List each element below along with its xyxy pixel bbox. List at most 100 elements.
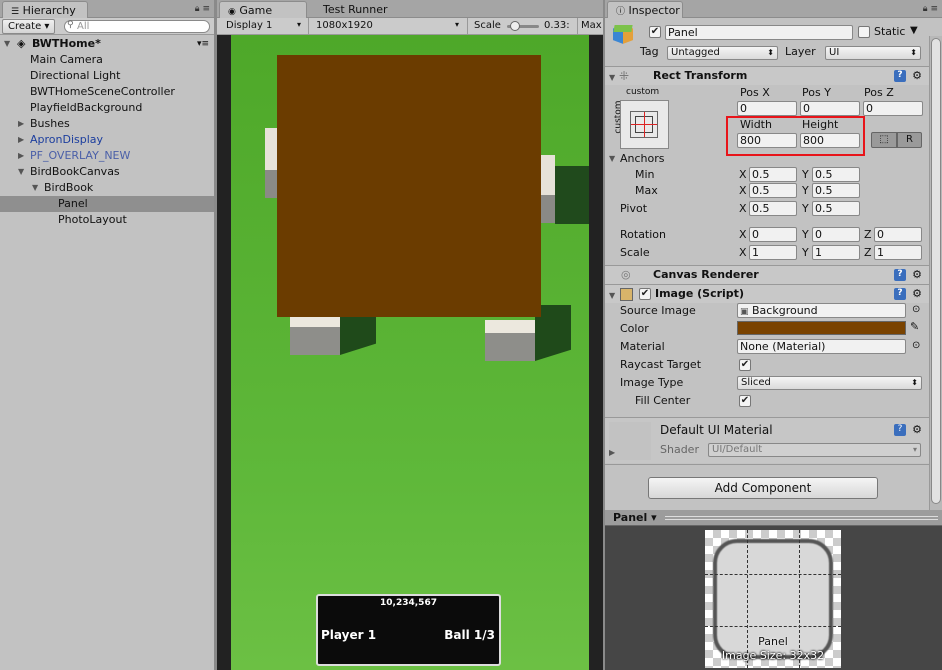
width-field[interactable]: 800 — [737, 133, 797, 148]
scale-y-field[interactable]: 1 — [812, 245, 860, 260]
help-icon[interactable]: ? — [894, 424, 906, 436]
rotation-x-field[interactable]: 0 — [749, 227, 797, 242]
resolution-dropdown[interactable]: 1080x1920 ▾ — [311, 19, 461, 34]
eyedropper-icon[interactable]: ✎ — [910, 320, 919, 333]
scene-menu-icon[interactable]: ▾≡ — [197, 36, 209, 52]
tab-test-runner[interactable]: Test Runner — [315, 1, 396, 18]
image-script-header[interactable]: ▼ ✔ Image (Script) ? ⚙ — [605, 284, 942, 303]
hierarchy-search-input[interactable]: ⚲ All — [64, 20, 210, 33]
tree-item-pf-overlay[interactable]: ▶ PF_OVERLAY_NEW — [0, 148, 214, 164]
object-picker-icon[interactable]: ⊙ — [912, 304, 920, 315]
rotation-z-field[interactable]: 0 — [874, 227, 922, 242]
tab-inspector[interactable]: ⓘ Inspector — [607, 1, 683, 18]
anchor-min-x-field[interactable]: 0.5 — [749, 167, 797, 182]
create-button[interactable]: Create ▾ — [2, 19, 56, 34]
gear-icon[interactable]: ⚙ — [911, 269, 923, 281]
tree-item-main-camera[interactable]: Main Camera — [0, 52, 214, 68]
blueprint-mode-button[interactable]: ⬚ — [871, 132, 897, 148]
scale-z-field[interactable]: 1 — [874, 245, 922, 260]
add-component-button[interactable]: Add Component — [648, 477, 878, 499]
object-name-field[interactable]: Panel — [665, 25, 853, 40]
tag-value: Untagged — [671, 47, 720, 58]
preview-header-label[interactable]: Panel ▾ — [613, 511, 657, 524]
display-dropdown[interactable]: Display 1 ▾ — [221, 19, 303, 34]
foldout-open-icon[interactable]: ▼ — [32, 180, 38, 196]
add-component-label: Add Component — [714, 481, 812, 495]
shader-label: Shader — [660, 443, 699, 456]
gear-icon[interactable]: ⚙ — [911, 70, 923, 82]
foldout-open-icon[interactable]: ▼ — [609, 287, 615, 305]
tree-item-bushes[interactable]: ▶ Bushes — [0, 116, 214, 132]
layer-dropdown[interactable]: UI ⬍ — [825, 46, 921, 60]
scale-slider-thumb[interactable] — [510, 21, 521, 31]
tree-item-label: BirdBook — [44, 181, 94, 194]
tree-item-scene-controller[interactable]: BWTHomeSceneController — [0, 84, 214, 100]
gear-icon[interactable]: ⚙ — [911, 424, 923, 436]
image-type-dropdown[interactable]: Sliced ⬍ — [737, 376, 922, 390]
static-checkbox[interactable] — [858, 26, 870, 38]
rotation-y-field[interactable]: 0 — [812, 227, 860, 242]
tab-game[interactable]: ◉ Game — [219, 1, 307, 18]
inspector-lock-icon[interactable]: 🔒︎ ≡ — [923, 4, 938, 14]
tree-item-directional-light[interactable]: Directional Light — [0, 68, 214, 84]
static-dropdown-icon[interactable]: ▼ — [910, 25, 918, 36]
pos-y-field[interactable]: 0 — [800, 101, 860, 116]
help-icon[interactable]: ? — [894, 269, 906, 281]
object-picker-icon[interactable]: ⊙ — [912, 340, 920, 351]
inspector-scrollbar[interactable] — [929, 36, 942, 510]
foldout-closed-icon[interactable]: ▶ — [18, 148, 24, 164]
material-field[interactable]: None (Material) — [737, 339, 906, 354]
raw-edit-button[interactable]: R — [897, 132, 922, 148]
anchor-max-y-field[interactable]: 0.5 — [812, 183, 860, 198]
preview-drag-handle[interactable] — [665, 516, 938, 520]
panel-splitter[interactable] — [603, 0, 605, 670]
foldout-open-icon[interactable]: ▼ — [18, 164, 24, 180]
source-image-field[interactable]: ▣ Background — [737, 303, 906, 318]
foldout-open-icon[interactable]: ▼ — [609, 69, 615, 87]
pos-x-field[interactable]: 0 — [737, 101, 797, 116]
scale-x-field[interactable]: 1 — [749, 245, 797, 260]
help-icon[interactable]: ? — [894, 288, 906, 300]
active-checkbox[interactable]: ✔ — [649, 26, 661, 38]
hierarchy-lock-icon[interactable]: 🔒︎ ≡ — [195, 4, 210, 14]
anchor-max-x-field[interactable]: 0.5 — [749, 183, 797, 198]
maximize-button[interactable]: Max — [581, 20, 602, 31]
anchor-min-y-field[interactable]: 0.5 — [812, 167, 860, 182]
gear-icon[interactable]: ⚙ — [911, 288, 923, 300]
foldout-closed-icon[interactable]: ▶ — [609, 448, 615, 457]
inspector-scrollbar-thumb[interactable] — [931, 38, 941, 504]
tree-item-panel[interactable]: Panel — [0, 196, 214, 212]
image-enabled-checkbox[interactable]: ✔ — [639, 288, 651, 300]
pivot-x-field[interactable]: 0.5 — [749, 201, 797, 216]
panel-image[interactable] — [277, 55, 541, 317]
tree-item-playfield-background[interactable]: PlayfieldBackground — [0, 100, 214, 116]
rect-transform-header[interactable]: ▼ ⁜ Rect Transform ? ⚙ — [605, 66, 942, 85]
pos-z-field[interactable]: 0 — [863, 101, 923, 116]
pivot-y-field[interactable]: 0.5 — [812, 201, 860, 216]
foldout-closed-icon[interactable]: ▶ — [18, 116, 24, 132]
panel-splitter[interactable] — [214, 0, 217, 670]
tree-item-birdbook[interactable]: ▼ BirdBook — [0, 180, 214, 196]
canvas-renderer-header[interactable]: ◎ Canvas Renderer ? ⚙ — [605, 265, 942, 284]
raycast-target-checkbox[interactable]: ✔ — [739, 359, 751, 371]
foldout-open-icon[interactable]: ▼ — [609, 154, 615, 163]
height-field[interactable]: 800 — [800, 133, 860, 148]
anchor-preset-button[interactable] — [620, 100, 669, 149]
fill-center-checkbox[interactable]: ✔ — [739, 395, 751, 407]
default-material-title: Default UI Material — [660, 423, 773, 437]
help-icon[interactable]: ? — [894, 70, 906, 82]
tab-hierarchy[interactable]: ☰ Hierarchy — [2, 1, 88, 18]
foldout-closed-icon[interactable]: ▶ — [18, 132, 24, 148]
preview-header[interactable]: Panel ▾ — [605, 510, 942, 526]
scene-row[interactable]: ▼ ◈ BWTHome* ▾≡ — [0, 36, 214, 52]
tag-dropdown[interactable]: Untagged ⬍ — [667, 46, 778, 60]
tree-item-apron-display[interactable]: ▶ ApronDisplay — [0, 132, 214, 148]
scale-slider[interactable] — [507, 21, 539, 31]
color-swatch[interactable] — [737, 321, 906, 335]
game-tab-label: Game — [239, 4, 273, 17]
tree-item-photo-layout[interactable]: PhotoLayout — [0, 212, 214, 228]
shader-dropdown[interactable]: UI/Default ▾ — [708, 443, 921, 457]
tree-item-birdbook-canvas[interactable]: ▼ BirdBookCanvas — [0, 164, 214, 180]
game-viewport[interactable]: 10,234,567 Player 1 Ball 1/3 — [217, 35, 603, 670]
foldout-open-icon[interactable]: ▼ — [4, 36, 10, 52]
